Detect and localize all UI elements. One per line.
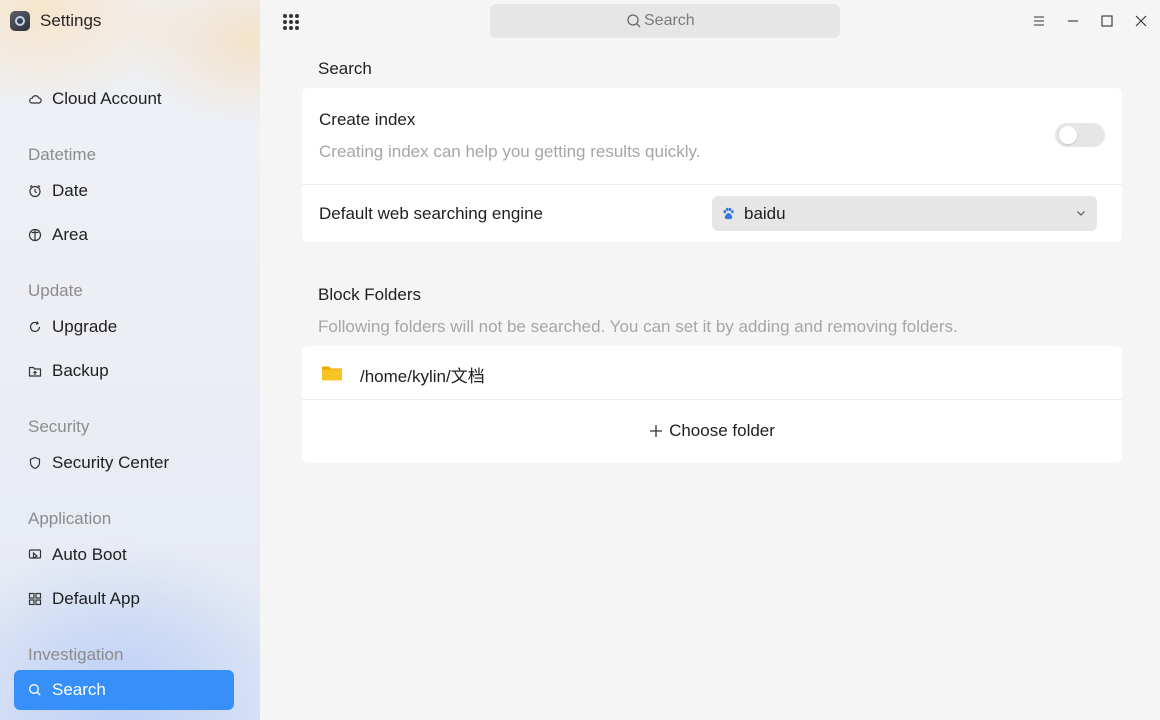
minimize-button[interactable]: [1062, 10, 1084, 32]
sidebar-item-label: Default App: [52, 589, 140, 608]
folder-icon: [322, 366, 342, 381]
search-engine-label: Default web searching engine: [319, 204, 543, 223]
close-button[interactable]: [1130, 10, 1152, 32]
sidebar-item-label: Upgrade: [52, 317, 118, 336]
block-folders-description: Following folders will not be searched. …: [318, 317, 958, 336]
sidebar-item-auto-boot[interactable]: Auto Boot: [14, 535, 234, 575]
apps-grid-icon: [283, 14, 299, 30]
sidebar-item-label: Search: [52, 680, 106, 699]
close-icon: [1135, 15, 1147, 27]
globe-icon: [28, 228, 42, 242]
create-index-toggle[interactable]: [1055, 123, 1105, 147]
folder-path: /home/kylin/文档: [360, 367, 485, 386]
search-icon: [28, 683, 42, 697]
search-settings-card: Create index Creating index can help you…: [302, 88, 1122, 242]
sidebar-item-date[interactable]: Date: [14, 171, 234, 211]
sidebar: Settings Cloud Account Datetime Date Are…: [0, 0, 260, 720]
search-input[interactable]: [644, 12, 704, 30]
menu-button[interactable]: [1028, 10, 1050, 32]
clock-icon: [28, 184, 42, 198]
global-search-box[interactable]: [490, 4, 840, 38]
search-engine-select[interactable]: baidu: [712, 196, 1097, 231]
toggle-knob: [1059, 126, 1077, 144]
block-folders-card: /home/kylin/文档 Choose folder: [302, 346, 1122, 463]
app-title-bar: Settings: [10, 10, 101, 32]
hamburger-icon: [1034, 16, 1044, 26]
chevron-down-icon: [1077, 211, 1085, 216]
sidebar-item-upgrade[interactable]: Upgrade: [14, 307, 234, 347]
sidebar-item-default-app[interactable]: Default App: [14, 579, 234, 619]
autoboot-icon: [28, 548, 42, 562]
sidebar-item-label: Auto Boot: [52, 545, 127, 564]
search-icon: [627, 14, 641, 28]
minimize-icon: [1068, 20, 1078, 22]
nav-group-application: Application: [28, 509, 112, 528]
baidu-paw-icon: [723, 207, 734, 220]
search-engine-value: baidu: [744, 203, 786, 223]
list-item[interactable]: /home/kylin/文档: [302, 346, 1122, 399]
grid-icon: [28, 592, 42, 606]
plus-icon: [650, 425, 663, 437]
app-title: Settings: [40, 11, 102, 30]
sidebar-item-label: Cloud Account: [52, 89, 162, 108]
sidebar-item-search[interactable]: Search: [14, 670, 234, 710]
search-section-title: Search: [318, 59, 372, 78]
choose-folder-label: Choose folder: [669, 421, 775, 440]
create-index-description: Creating index can help you getting resu…: [319, 142, 701, 161]
cloud-icon: [28, 92, 42, 106]
sidebar-item-area[interactable]: Area: [14, 215, 234, 255]
block-folders-title: Block Folders: [318, 285, 421, 304]
main-panel: Search Create index Creating index can h…: [260, 0, 1160, 720]
refresh-icon: [28, 320, 42, 334]
settings-app-icon: [10, 11, 30, 31]
nav-group-investigation: Investigation: [28, 645, 124, 664]
maximize-button[interactable]: [1096, 10, 1118, 32]
apps-grid-button[interactable]: [280, 11, 302, 33]
maximize-icon: [1101, 15, 1113, 27]
divider: [302, 184, 1122, 185]
sidebar-item-backup[interactable]: Backup: [14, 351, 234, 391]
sidebar-item-label: Date: [52, 181, 88, 200]
nav-group-update: Update: [28, 281, 83, 300]
sidebar-item-label: Area: [52, 225, 88, 244]
sidebar-item-label: Backup: [52, 361, 109, 380]
nav-group-security: Security: [28, 417, 90, 436]
choose-folder-button[interactable]: Choose folder: [302, 400, 1122, 462]
nav-group-datetime: Datetime: [28, 145, 97, 164]
sidebar-item-cloud-account[interactable]: Cloud Account: [14, 79, 234, 119]
shield-icon: [28, 456, 42, 470]
sidebar-item-security-center[interactable]: Security Center: [14, 443, 234, 483]
create-index-label: Create index: [319, 110, 416, 129]
sidebar-item-label: Security Center: [52, 453, 170, 472]
backup-icon: [28, 364, 42, 378]
